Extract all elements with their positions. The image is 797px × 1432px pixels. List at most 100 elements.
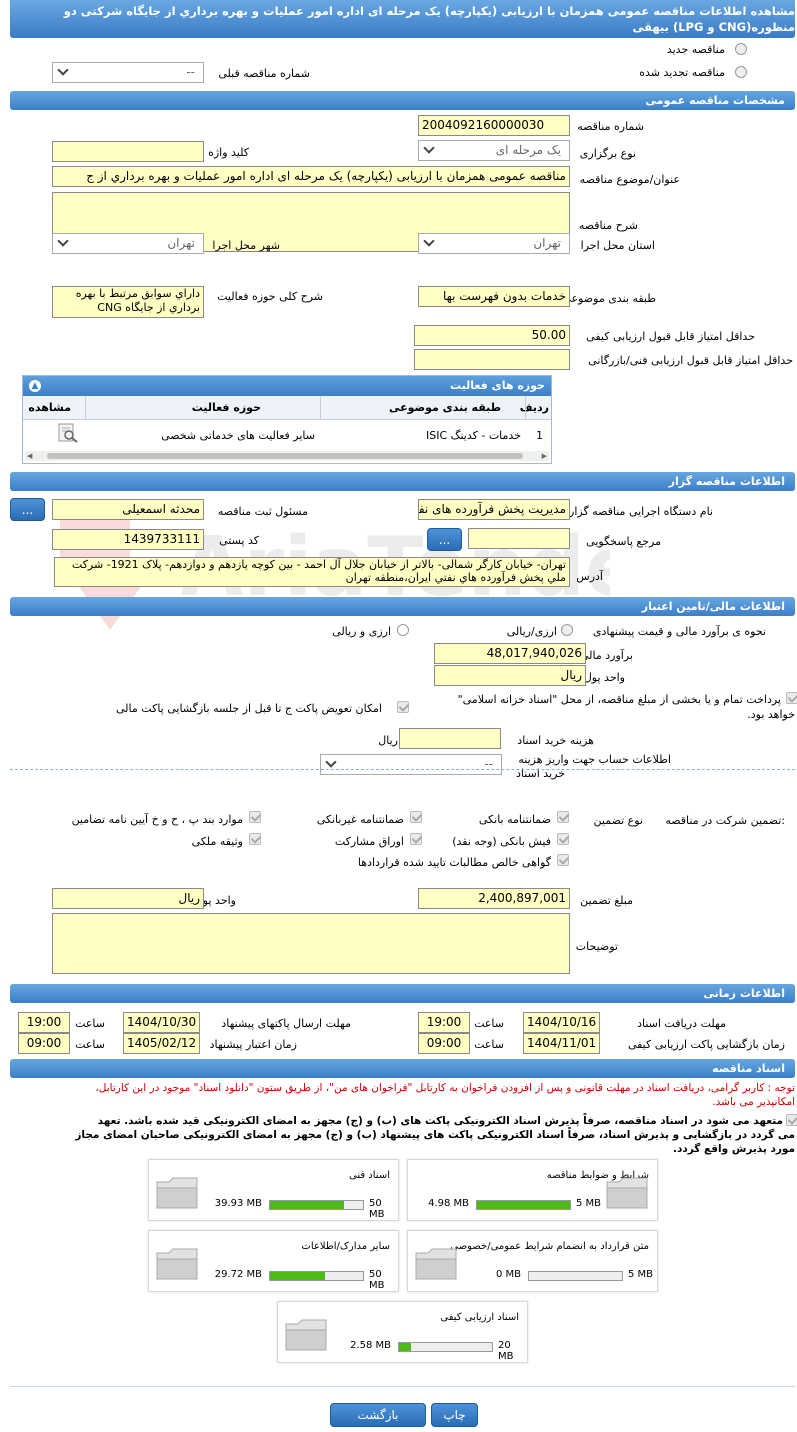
doc-size: 39.93 MB bbox=[214, 1198, 262, 1209]
scroll-thumb[interactable] bbox=[47, 453, 523, 459]
type-select[interactable]: یک مرحله ای bbox=[418, 140, 570, 161]
account-select[interactable]: -- bbox=[320, 754, 502, 775]
doc-size: 0 MB bbox=[495, 1269, 521, 1280]
new-tender-label: مناقصه جدید bbox=[666, 43, 725, 56]
guarantee-amount-field[interactable]: 2,400,897,001 bbox=[418, 888, 570, 909]
open-time[interactable]: 09:00 bbox=[418, 1033, 470, 1054]
doc-receive-time[interactable]: 19:00 bbox=[418, 1012, 470, 1033]
divider bbox=[10, 769, 795, 770]
view-magnifier-icon[interactable] bbox=[57, 423, 79, 443]
doc-card[interactable]: متن قرارداد به انضمام شرایط عمومی/خصوصی … bbox=[407, 1230, 658, 1292]
chevron-down-icon bbox=[423, 142, 435, 154]
doc-cost-unit: ریال bbox=[378, 734, 398, 747]
validity-date[interactable]: 1405/02/12 bbox=[123, 1033, 200, 1054]
bank-guarantee-checkbox[interactable] bbox=[557, 811, 569, 823]
property-label: وثیقه ملکی bbox=[191, 835, 243, 848]
rial-radio[interactable] bbox=[561, 624, 573, 636]
property-checkbox[interactable] bbox=[249, 833, 261, 845]
notes-label: توضیحات bbox=[575, 940, 618, 953]
doc-card-title: اسناد ارزیابی کیفی bbox=[440, 1312, 519, 1323]
exchange-label: امکان تعویض پاکت ج تا قبل از جلسه بازگشا… bbox=[116, 702, 382, 715]
cash-checkbox[interactable] bbox=[557, 833, 569, 845]
doc-max-size: 50 MB bbox=[369, 1269, 385, 1291]
doc-cost-field[interactable] bbox=[399, 728, 501, 749]
doc-receive-date[interactable]: 1404/10/16 bbox=[523, 1012, 600, 1033]
subject-field[interactable]: مناقصه عمومی همزمان با ارزیابی (یکپارچه)… bbox=[52, 166, 570, 187]
activity-panel-header: حوزه های فعالیت ▲ bbox=[23, 376, 551, 396]
open-date[interactable]: 1404/11/01 bbox=[523, 1033, 600, 1054]
org-field[interactable]: مدیریت پخش فرآورده های نفتی bbox=[418, 499, 570, 520]
print-button[interactable]: چاپ bbox=[431, 1403, 478, 1427]
claims-checkbox[interactable] bbox=[557, 854, 569, 866]
clause-checkbox[interactable] bbox=[249, 811, 261, 823]
bank-guarantee-label: ضمانتنامه بانکی bbox=[478, 813, 551, 826]
address-field[interactable]: تهران- خیابان کارگر شمالی- بالاتر از خیا… bbox=[54, 557, 570, 587]
row-number: 1 bbox=[536, 429, 543, 442]
prev-tender-select[interactable]: -- bbox=[52, 62, 204, 83]
account-value: -- bbox=[484, 757, 493, 771]
resp-field[interactable]: محدثه اسمعیلی bbox=[52, 499, 204, 520]
chevron-down-icon bbox=[325, 756, 337, 768]
doc-max-size: 50 MB bbox=[369, 1198, 385, 1220]
treasury-checkbox[interactable] bbox=[786, 692, 797, 704]
divider bbox=[10, 1386, 795, 1387]
validity-time[interactable]: 09:00 bbox=[18, 1033, 70, 1054]
estimate-field[interactable]: 48,017,940,026 bbox=[434, 643, 586, 664]
clause-label: موارد بند پ ، ح و خ آیین نامه تضامین bbox=[71, 813, 243, 826]
renewed-tender-radio[interactable] bbox=[735, 66, 747, 78]
province-select[interactable]: تهران bbox=[418, 233, 570, 254]
commit-checkbox[interactable] bbox=[786, 1114, 797, 1126]
g-currency-field[interactable]: ریال bbox=[52, 888, 204, 909]
col-divider bbox=[525, 396, 526, 420]
address-label: آدرس bbox=[576, 570, 603, 583]
doc-card[interactable]: شرایط و ضوابط مناقصه 5 MB 4.98 MB bbox=[407, 1159, 658, 1221]
scroll-left-arrow[interactable]: ◀ bbox=[27, 452, 32, 460]
nonbank-guarantee-label: ضمانتنامه غیربانکی bbox=[316, 813, 404, 826]
col-category: طبقه بندی موضوعی bbox=[388, 401, 501, 414]
activity-table-header: ردیف طبقه بندی موضوعی حوزه فعالیت مشاهده bbox=[23, 396, 551, 420]
exchange-checkbox[interactable] bbox=[397, 701, 409, 713]
currency-field[interactable]: ریال bbox=[434, 665, 586, 686]
rial2-radio[interactable] bbox=[397, 624, 409, 636]
doc-progress-bar bbox=[269, 1200, 364, 1210]
rial-label: ارزی/ریالی bbox=[506, 625, 557, 638]
min-quality-field[interactable]: 50.00 bbox=[414, 325, 570, 346]
send-deadline-date[interactable]: 1404/10/30 bbox=[123, 1012, 200, 1033]
province-label: استان محل اجرا bbox=[580, 239, 655, 252]
claims-label: گواهی خالص مطالبات تایید شده قراردادها bbox=[357, 856, 551, 869]
ref-field[interactable] bbox=[468, 528, 570, 549]
notes-field[interactable] bbox=[52, 913, 570, 974]
postal-field[interactable]: 1439733111 bbox=[52, 529, 204, 550]
activity-desc-label: شرح کلی حوزه فعالیت bbox=[217, 290, 323, 303]
new-tender-radio[interactable] bbox=[735, 43, 747, 55]
resp-lookup-button[interactable]: ... bbox=[10, 498, 45, 521]
horizontal-scrollbar[interactable]: ◀ ▶ bbox=[25, 451, 549, 461]
doc-card[interactable]: اسناد فنی 50 MB 39.93 MB bbox=[148, 1159, 399, 1221]
send-deadline-time[interactable]: 19:00 bbox=[18, 1012, 70, 1033]
keyword-field[interactable] bbox=[52, 141, 204, 162]
province-value: تهران bbox=[533, 236, 561, 250]
activity-desc-field[interactable]: داراي سوابق مرتبط با بهره برداري از جايگ… bbox=[52, 286, 204, 318]
doc-card[interactable]: سایر مدارک/اطلاعات 50 MB 29.72 MB bbox=[148, 1230, 399, 1292]
collapse-icon[interactable]: ▲ bbox=[29, 380, 41, 392]
nonbank-guarantee-checkbox[interactable] bbox=[410, 811, 422, 823]
folder-icon bbox=[155, 1245, 199, 1281]
col-divider bbox=[85, 396, 86, 420]
doc-max-size: 5 MB bbox=[628, 1269, 654, 1280]
section-owner-header: اطلاعات مناقصه گزار bbox=[10, 472, 795, 491]
tender-no-field[interactable]: 2004092160000030 bbox=[418, 115, 570, 136]
prev-tender-label: شماره مناقصه قبلی bbox=[218, 67, 310, 80]
doc-card-title: اسناد فنی bbox=[349, 1170, 390, 1181]
min-tech-field[interactable] bbox=[414, 349, 570, 370]
doc-card[interactable]: اسناد ارزیابی کیفی 20 MB 2.58 MB bbox=[277, 1301, 528, 1363]
commit-text-1: متعهد می شود در اسناد مناقصه، صرفاً پذیر… bbox=[97, 1115, 783, 1127]
account-label-1: اطلاعات حساب جهت واریز هزینه bbox=[518, 753, 671, 766]
resp-label: مسئول ثبت مناقصه bbox=[217, 505, 308, 518]
city-select[interactable]: تهران bbox=[52, 233, 204, 254]
back-button[interactable]: بازگشت bbox=[330, 1403, 426, 1427]
category-field[interactable]: خدمات بدون فهرست بها bbox=[418, 286, 570, 307]
bonds-checkbox[interactable] bbox=[410, 833, 422, 845]
ref-lookup-button[interactable]: ... bbox=[427, 528, 462, 551]
scroll-right-arrow[interactable]: ▶ bbox=[542, 452, 547, 460]
section-finance-header: اطلاعات مالی/تامین اعتبار bbox=[10, 597, 795, 616]
